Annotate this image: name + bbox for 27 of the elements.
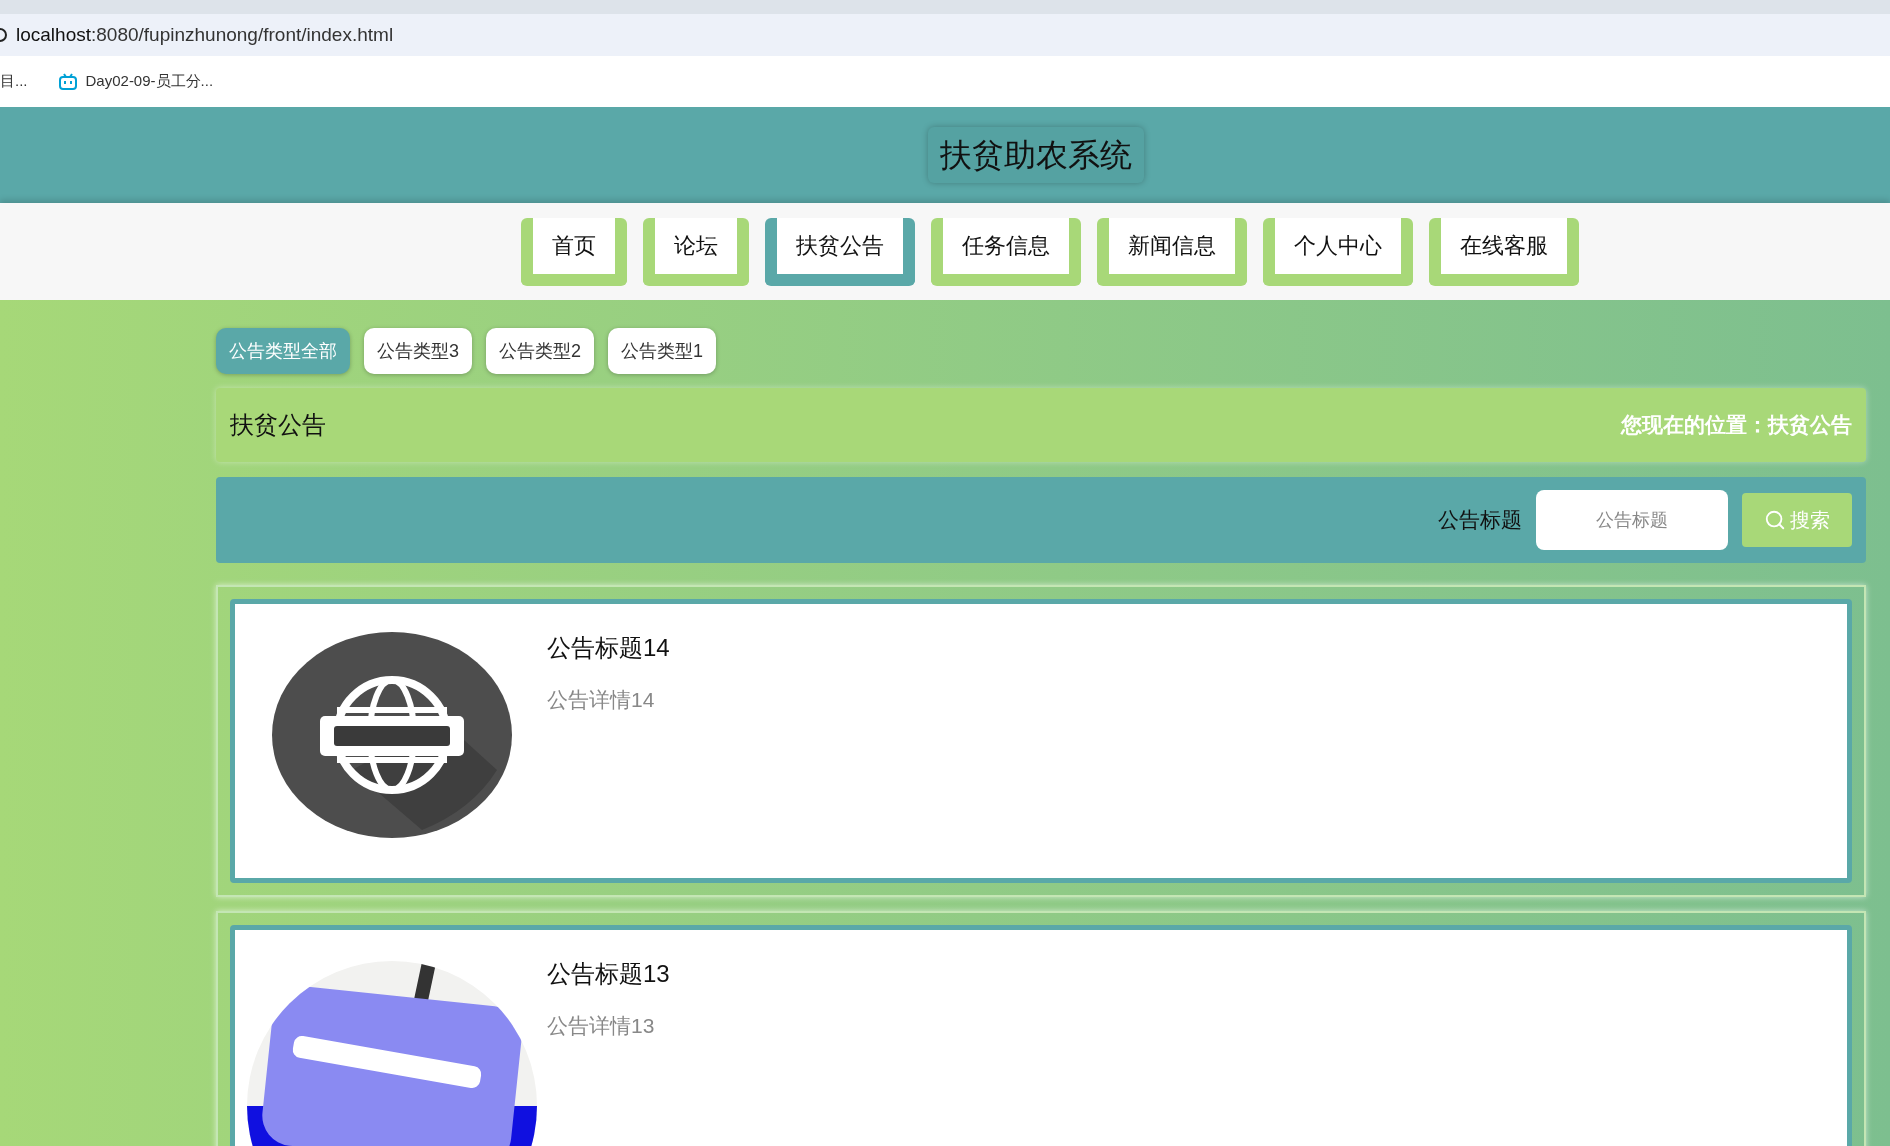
bookmark[interactable]: Day02-09-员工分... xyxy=(57,70,214,93)
bookmark[interactable]: 目... xyxy=(0,70,28,93)
url-text: localhost:8080/fupinzhunong/front/index.html xyxy=(16,22,394,47)
nav-tab[interactable]: 在线客服 xyxy=(1429,217,1579,286)
nav-tab[interactable]: 任务信息 xyxy=(931,217,1081,286)
category-chip[interactable]: 公告类型1 xyxy=(608,328,717,374)
notice-title: 公告标题13 xyxy=(547,959,670,989)
nav-tab[interactable]: 首页 xyxy=(521,217,627,286)
tv-icon xyxy=(57,72,78,91)
search-icon xyxy=(1764,509,1786,531)
section-title: 扶贫公告 xyxy=(230,410,326,440)
address-bar[interactable]: localhost:8080/fupinzhunong/front/index.html xyxy=(0,14,1890,56)
site-title: 扶贫助农系统 xyxy=(928,127,1144,183)
notice-panel[interactable]: 公告标题14 公告详情14 xyxy=(230,599,1852,883)
breadcrumb: 您现在的位置：扶贫公告 xyxy=(1621,412,1852,439)
notice-detail: 公告详情14 xyxy=(547,687,656,713)
nav-tab[interactable]: 扶贫公告 xyxy=(765,217,915,286)
nav-tab[interactable]: 论坛 xyxy=(643,217,749,286)
notice-detail: 公告详情13 xyxy=(547,1013,656,1039)
search-label: 公告标题 xyxy=(1438,507,1522,534)
search-field[interactable]: 公告标题 xyxy=(1536,490,1728,550)
notice-panel[interactable]: 公告标题13 公告详情13 xyxy=(230,925,1852,1146)
nav-tab[interactable]: 个人中心 xyxy=(1263,217,1413,286)
category-chip[interactable]: 公告类型2 xyxy=(486,328,595,374)
nav-tab[interactable]: 新闻信息 xyxy=(1097,217,1247,286)
notice-title: 公告标题14 xyxy=(547,633,670,663)
category-chip[interactable]: 公告类型3 xyxy=(364,328,472,374)
